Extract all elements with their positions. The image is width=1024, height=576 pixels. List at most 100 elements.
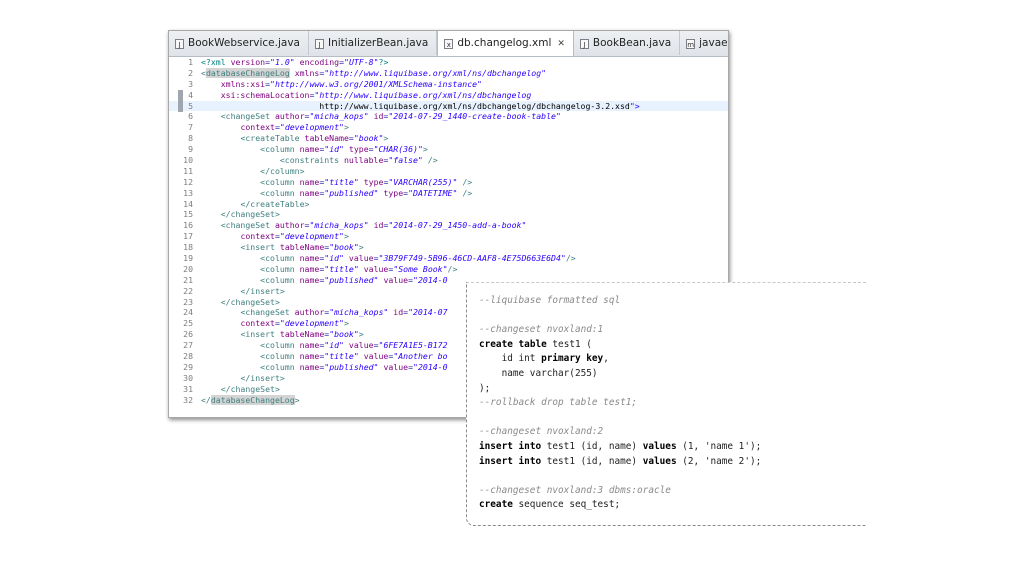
close-tab-icon[interactable]: ✕ (557, 32, 565, 56)
code-text: <insert tableName="book"> (240, 242, 364, 253)
sql-code-line: id int primary key, (479, 353, 609, 365)
code-line: 16 <changeSet author="micha_kops" id="20… (169, 220, 728, 231)
code-text: context="development"> (240, 318, 349, 329)
maven-project-icon: m (686, 39, 696, 49)
line-number: 23 (183, 296, 193, 307)
code-line: 19 <column name="id" value="3B79F749-5B9… (169, 253, 728, 264)
code-line: 14 </createTable> (169, 199, 728, 210)
line-number: 28 (183, 351, 193, 362)
line-number: 17 (183, 231, 193, 242)
code-text: </databaseChangeLog> (201, 394, 300, 405)
code-text: </insert> (240, 372, 285, 383)
code-text: </changeSet> (220, 296, 280, 307)
code-text: <column name="id" type="CHAR(36)"> (260, 144, 428, 155)
code-line: 1 <?xml version="1.0" encoding="UTF-8"?> (169, 57, 728, 68)
java-file-icon: J (579, 39, 589, 49)
editor-tab-label: javaee7-wildfly (699, 37, 728, 49)
sql-changelog-panel: --liquibase formatted sql --changeset nvo… (466, 282, 866, 526)
sql-code-line: create sequence seq_test; (479, 499, 621, 511)
code-text: <createTable tableName="book"> (240, 133, 389, 144)
editor-tab[interactable]: x db.changelog.xml ✕ (437, 31, 574, 56)
line-number: 7 (188, 122, 193, 133)
code-text: <column name="title" value="Some Book"/> (260, 263, 458, 274)
sql-comment-line: --changeset nvoxland:2 (479, 426, 604, 438)
code-line: 4 xsi:schemaLocation="http://www.liquiba… (169, 89, 728, 101)
java-file-icon: J (175, 39, 184, 49)
code-text: <insert tableName="book"> (240, 329, 364, 340)
code-text: <column name="title" type="VARCHAR(255)"… (260, 176, 473, 187)
code-text: <column name="id" value="3B79F749-5B96-4… (260, 253, 576, 264)
line-number: 9 (188, 144, 193, 155)
java-file-icon: J (314, 39, 324, 49)
code-text: <column name="published" value="2014-0 (260, 361, 448, 372)
editor-tab[interactable]: J InitializerBean.java (309, 31, 438, 55)
code-text: <?xml version="1.0" encoding="UTF-8"?> (201, 57, 389, 67)
sql-code-line: ); (479, 382, 491, 394)
code-text: <column name="id" value="6FE7A1E5-B172 (260, 340, 448, 351)
line-number: 24 (183, 307, 193, 318)
code-line: 12 <column name="title" type="VARCHAR(25… (169, 177, 728, 188)
xml-file-icon: x (444, 39, 454, 49)
code-text: http://www.liquibase.org/xml/ns/dbchange… (201, 100, 640, 111)
code-text: <changeSet author="micha_kops" id="2014-… (220, 111, 561, 122)
code-line: 9 <column name="id" type="CHAR(36)"> (169, 144, 728, 155)
code-text: </createTable> (240, 198, 310, 209)
editor-tab[interactable]: mjavaee7-wildfly (680, 31, 728, 55)
sql-comment-line: --changeset nvoxland:1 (479, 324, 604, 336)
code-line: 17 context="development"> (169, 231, 728, 242)
code-text: context="development"> (240, 231, 349, 242)
code-text: xsi:schemaLocation="http://www.liquibase… (220, 89, 532, 100)
code-text: xmlns:xsi="http://www.w3.org/2001/XMLSch… (220, 78, 482, 89)
line-number: 27 (183, 340, 193, 351)
line-number: 11 (183, 165, 193, 176)
code-line: 7 context="development"> (169, 122, 728, 133)
editor-tab-bar: J BookWebservice.java J InitializerBean.jav… (169, 31, 728, 57)
editor-tab-label: BookWebservice.java (188, 37, 300, 49)
line-number: 13 (183, 187, 193, 198)
line-number: 10 (183, 155, 193, 166)
line-number: 12 (183, 176, 193, 187)
code-line: 20 <column name="title" value="Some Book… (169, 264, 728, 275)
change-marker (178, 89, 183, 101)
code-text: </column> (260, 165, 305, 176)
line-number: 5 (188, 100, 193, 111)
code-text: </changeSet> (220, 383, 280, 394)
sql-code-line: insert into test1 (id, name) values (2, … (479, 455, 762, 467)
line-number: 20 (183, 263, 193, 274)
line-number: 21 (183, 274, 193, 285)
code-line: 15 </changeSet> (169, 209, 728, 220)
line-number: 18 (183, 242, 193, 253)
sql-comment-line: --rollback drop table test1; (479, 397, 638, 409)
sql-comment-line: --changeset nvoxland:3 dbms:oracle (479, 484, 671, 496)
line-number: 25 (183, 318, 193, 329)
code-text: <column name="published" type="DATETIME"… (260, 187, 473, 198)
code-line: 6 <changeSet author="micha_kops" id="201… (169, 111, 728, 122)
change-marker (178, 100, 183, 112)
line-number: 26 (183, 329, 193, 340)
line-number: 15 (183, 209, 193, 220)
line-number: 32 (183, 394, 193, 405)
line-number: 2 (188, 67, 193, 78)
line-number: 4 (188, 89, 193, 100)
editor-tab-label: db.changelog.xml (457, 37, 552, 49)
code-text: <databaseChangeLog xmlns="http://www.liq… (201, 67, 547, 78)
code-text: <constraints nullable="false" /> (279, 155, 438, 166)
line-number: 31 (183, 383, 193, 394)
editor-tab[interactable]: J BookBean.java (574, 31, 681, 55)
code-text: <column name="title" value="Another bo (260, 351, 448, 362)
line-number: 29 (183, 361, 193, 372)
editor-tab[interactable]: J BookWebservice.java (169, 31, 309, 55)
code-text: context="development"> (240, 122, 349, 133)
code-line: 8 <createTable tableName="book"> (169, 133, 728, 144)
line-number: 6 (188, 111, 193, 122)
sql-code-line: insert into test1 (id, name) values (1, … (479, 441, 762, 452)
code-text: <changeSet author="micha_kops" id="2014-… (240, 307, 448, 318)
code-line: 5 http://www.liquibase.org/xml/ns/dbchan… (169, 100, 728, 112)
line-number: 30 (183, 372, 193, 383)
code-text: </changeSet> (220, 209, 280, 220)
line-number: 19 (183, 253, 193, 264)
code-text: <column name="published" value="2014-0 (260, 274, 448, 285)
line-number: 1 (188, 57, 193, 67)
code-text: </insert> (240, 285, 285, 296)
sql-code-line: create table test1 ( (479, 338, 592, 350)
